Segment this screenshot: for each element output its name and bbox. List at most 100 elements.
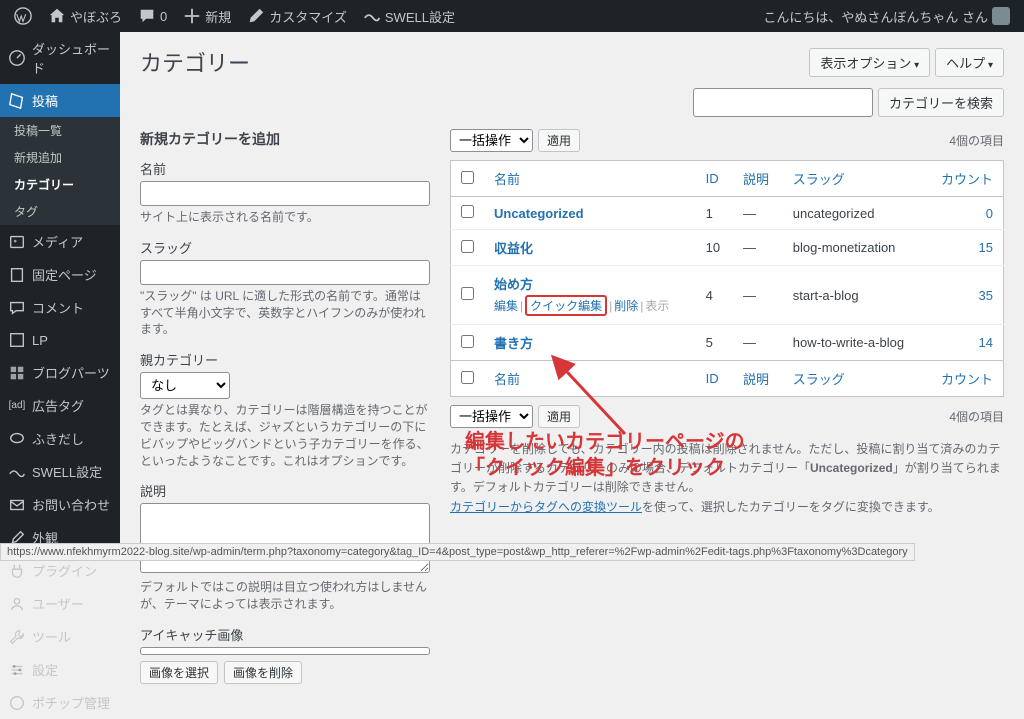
footer-notes: カテゴリーを削除しても、カテゴリー内の投稿は削除されません。ただし、投稿に割り当… xyxy=(450,440,1004,517)
submenu-tags[interactable]: タグ xyxy=(0,198,120,225)
col-name[interactable]: 名前 xyxy=(494,172,520,187)
action-delete[interactable]: 削除 xyxy=(614,299,638,313)
menu-contact[interactable]: お問い合わせ xyxy=(0,488,120,521)
col-slug[interactable]: スラッグ xyxy=(793,172,845,187)
row-desc: — xyxy=(733,230,783,266)
wp-logo[interactable] xyxy=(8,0,38,32)
desc-textarea[interactable] xyxy=(140,503,430,573)
new-label: 新規 xyxy=(205,7,231,26)
row-count[interactable]: 15 xyxy=(979,240,993,255)
convert-link[interactable]: カテゴリーからタグへの変換ツール xyxy=(450,500,642,514)
action-quick-edit[interactable]: クイック編集 xyxy=(525,295,607,316)
search-input[interactable] xyxy=(693,88,873,117)
row-desc: — xyxy=(733,325,783,361)
row-desc: — xyxy=(733,266,783,325)
comments-count: 0 xyxy=(160,9,167,24)
item-count-bottom: 4個の項目 xyxy=(949,408,1004,425)
thumb-select-button[interactable]: 画像を選択 xyxy=(140,661,218,684)
add-new-heading: 新規カテゴリーを追加 xyxy=(140,129,430,149)
site-name-label: やぼぶろ xyxy=(70,7,122,26)
table-row: 始め方編集|クイック編集|削除|表示4—start-a-blog35 xyxy=(451,266,1004,325)
select-all-bottom[interactable] xyxy=(461,371,474,384)
swell-settings[interactable]: SWELL設定 xyxy=(357,0,461,32)
select-all-top[interactable] xyxy=(461,171,474,184)
menu-dashboard[interactable]: ダッシュボード xyxy=(0,32,120,84)
search-categories-button[interactable]: カテゴリーを検索 xyxy=(878,88,1004,117)
new-content[interactable]: 新規 xyxy=(177,0,237,32)
menu-users[interactable]: ユーザー xyxy=(0,587,120,620)
desc-desc: デフォルトではこの説明は目立つ使われ方はしませんが、テーマによっては表示されます… xyxy=(140,579,430,613)
row-checkbox[interactable] xyxy=(461,335,474,348)
bulk-apply-button-bottom[interactable]: 適用 xyxy=(538,405,580,428)
greeting[interactable]: こんにちは、やぬさんぼんちゃん さん xyxy=(757,0,1016,32)
row-count[interactable]: 0 xyxy=(986,206,993,221)
col-slug-f[interactable]: スラッグ xyxy=(793,372,845,387)
menu-posts[interactable]: 投稿 xyxy=(0,84,120,117)
row-slug: uncategorized xyxy=(783,197,925,230)
col-id[interactable]: ID xyxy=(706,171,719,186)
bulk-action-select-bottom[interactable]: 一括操作 xyxy=(450,405,533,428)
thumb-label: アイキャッチ画像 xyxy=(140,625,430,644)
row-id: 5 xyxy=(696,325,733,361)
slug-input[interactable] xyxy=(140,260,430,285)
menu-settings[interactable]: 設定 xyxy=(0,653,120,686)
col-desc[interactable]: 説明 xyxy=(743,172,769,187)
parent-desc: タグとは異なり、カテゴリーは階層構造を持つことができます。たとえば、ジャズという… xyxy=(140,402,430,469)
help-button[interactable]: ヘルプ xyxy=(935,48,1004,77)
row-title[interactable]: Uncategorized xyxy=(494,206,584,221)
customize-label: カスタマイズ xyxy=(269,7,347,26)
menu-adtag[interactable]: [ad]広告タグ xyxy=(0,389,120,422)
action-view[interactable]: 表示 xyxy=(645,299,669,313)
row-checkbox[interactable] xyxy=(461,205,474,218)
col-desc-f[interactable]: 説明 xyxy=(743,372,769,387)
swell-label: SWELL設定 xyxy=(385,7,455,26)
menu-pochipp[interactable]: ポチップ管理 xyxy=(0,686,120,719)
row-count[interactable]: 14 xyxy=(979,335,993,350)
col-count-f[interactable]: カウント xyxy=(941,372,993,387)
thumb-preview xyxy=(140,647,430,655)
row-slug: how-to-write-a-blog xyxy=(783,325,925,361)
screen-options-button[interactable]: 表示オプション xyxy=(809,48,930,77)
row-title[interactable]: 始め方 xyxy=(494,277,533,292)
row-id: 4 xyxy=(696,266,733,325)
row-desc: — xyxy=(733,197,783,230)
menu-blogparts[interactable]: ブログパーツ xyxy=(0,356,120,389)
customize[interactable]: カスタマイズ xyxy=(241,0,353,32)
table-row: 収益化10—blog-monetization15 xyxy=(451,230,1004,266)
bulk-action-select[interactable]: 一括操作 xyxy=(450,129,533,152)
menu-pages[interactable]: 固定ページ xyxy=(0,258,120,291)
submenu-categories[interactable]: カテゴリー xyxy=(0,171,120,198)
menu-comments[interactable]: コメント xyxy=(0,291,120,324)
item-count-top: 4個の項目 xyxy=(949,132,1004,149)
page-title: カテゴリー xyxy=(140,46,809,78)
name-label: 名前 xyxy=(140,159,430,178)
parent-select[interactable]: なし xyxy=(140,372,230,399)
col-count[interactable]: カウント xyxy=(941,172,993,187)
comments-bubble[interactable]: 0 xyxy=(132,0,173,32)
row-checkbox[interactable] xyxy=(461,287,474,300)
col-name-f[interactable]: 名前 xyxy=(494,372,520,387)
col-id-f[interactable]: ID xyxy=(706,371,719,386)
row-title[interactable]: 書き方 xyxy=(494,336,533,351)
menu-fukidashi[interactable]: ふきだし xyxy=(0,422,120,455)
name-desc: サイト上に表示される名前です。 xyxy=(140,209,430,226)
row-title[interactable]: 収益化 xyxy=(494,241,533,256)
submenu-new-post[interactable]: 新規追加 xyxy=(0,144,120,171)
name-input[interactable] xyxy=(140,181,430,206)
action-edit[interactable]: 編集 xyxy=(494,299,518,313)
row-id: 10 xyxy=(696,230,733,266)
avatar xyxy=(992,7,1010,25)
menu-swell[interactable]: SWELL設定 xyxy=(0,455,120,488)
table-row: 書き方 5—how-to-write-a-blog 14 xyxy=(451,325,1004,361)
submenu-all-posts[interactable]: 投稿一覧 xyxy=(0,117,120,144)
row-slug: start-a-blog xyxy=(783,266,925,325)
menu-tools[interactable]: ツール xyxy=(0,620,120,653)
thumb-remove-button[interactable]: 画像を削除 xyxy=(224,661,302,684)
bulk-apply-button[interactable]: 適用 xyxy=(538,129,580,152)
site-name[interactable]: やぼぶろ xyxy=(42,0,128,32)
menu-lp[interactable]: LP xyxy=(0,324,120,356)
row-checkbox[interactable] xyxy=(461,240,474,253)
row-count[interactable]: 35 xyxy=(979,288,993,303)
menu-media[interactable]: メディア xyxy=(0,225,120,258)
status-bar: https://www.nfekhmyrm2022-blog.site/wp-a… xyxy=(0,543,915,561)
